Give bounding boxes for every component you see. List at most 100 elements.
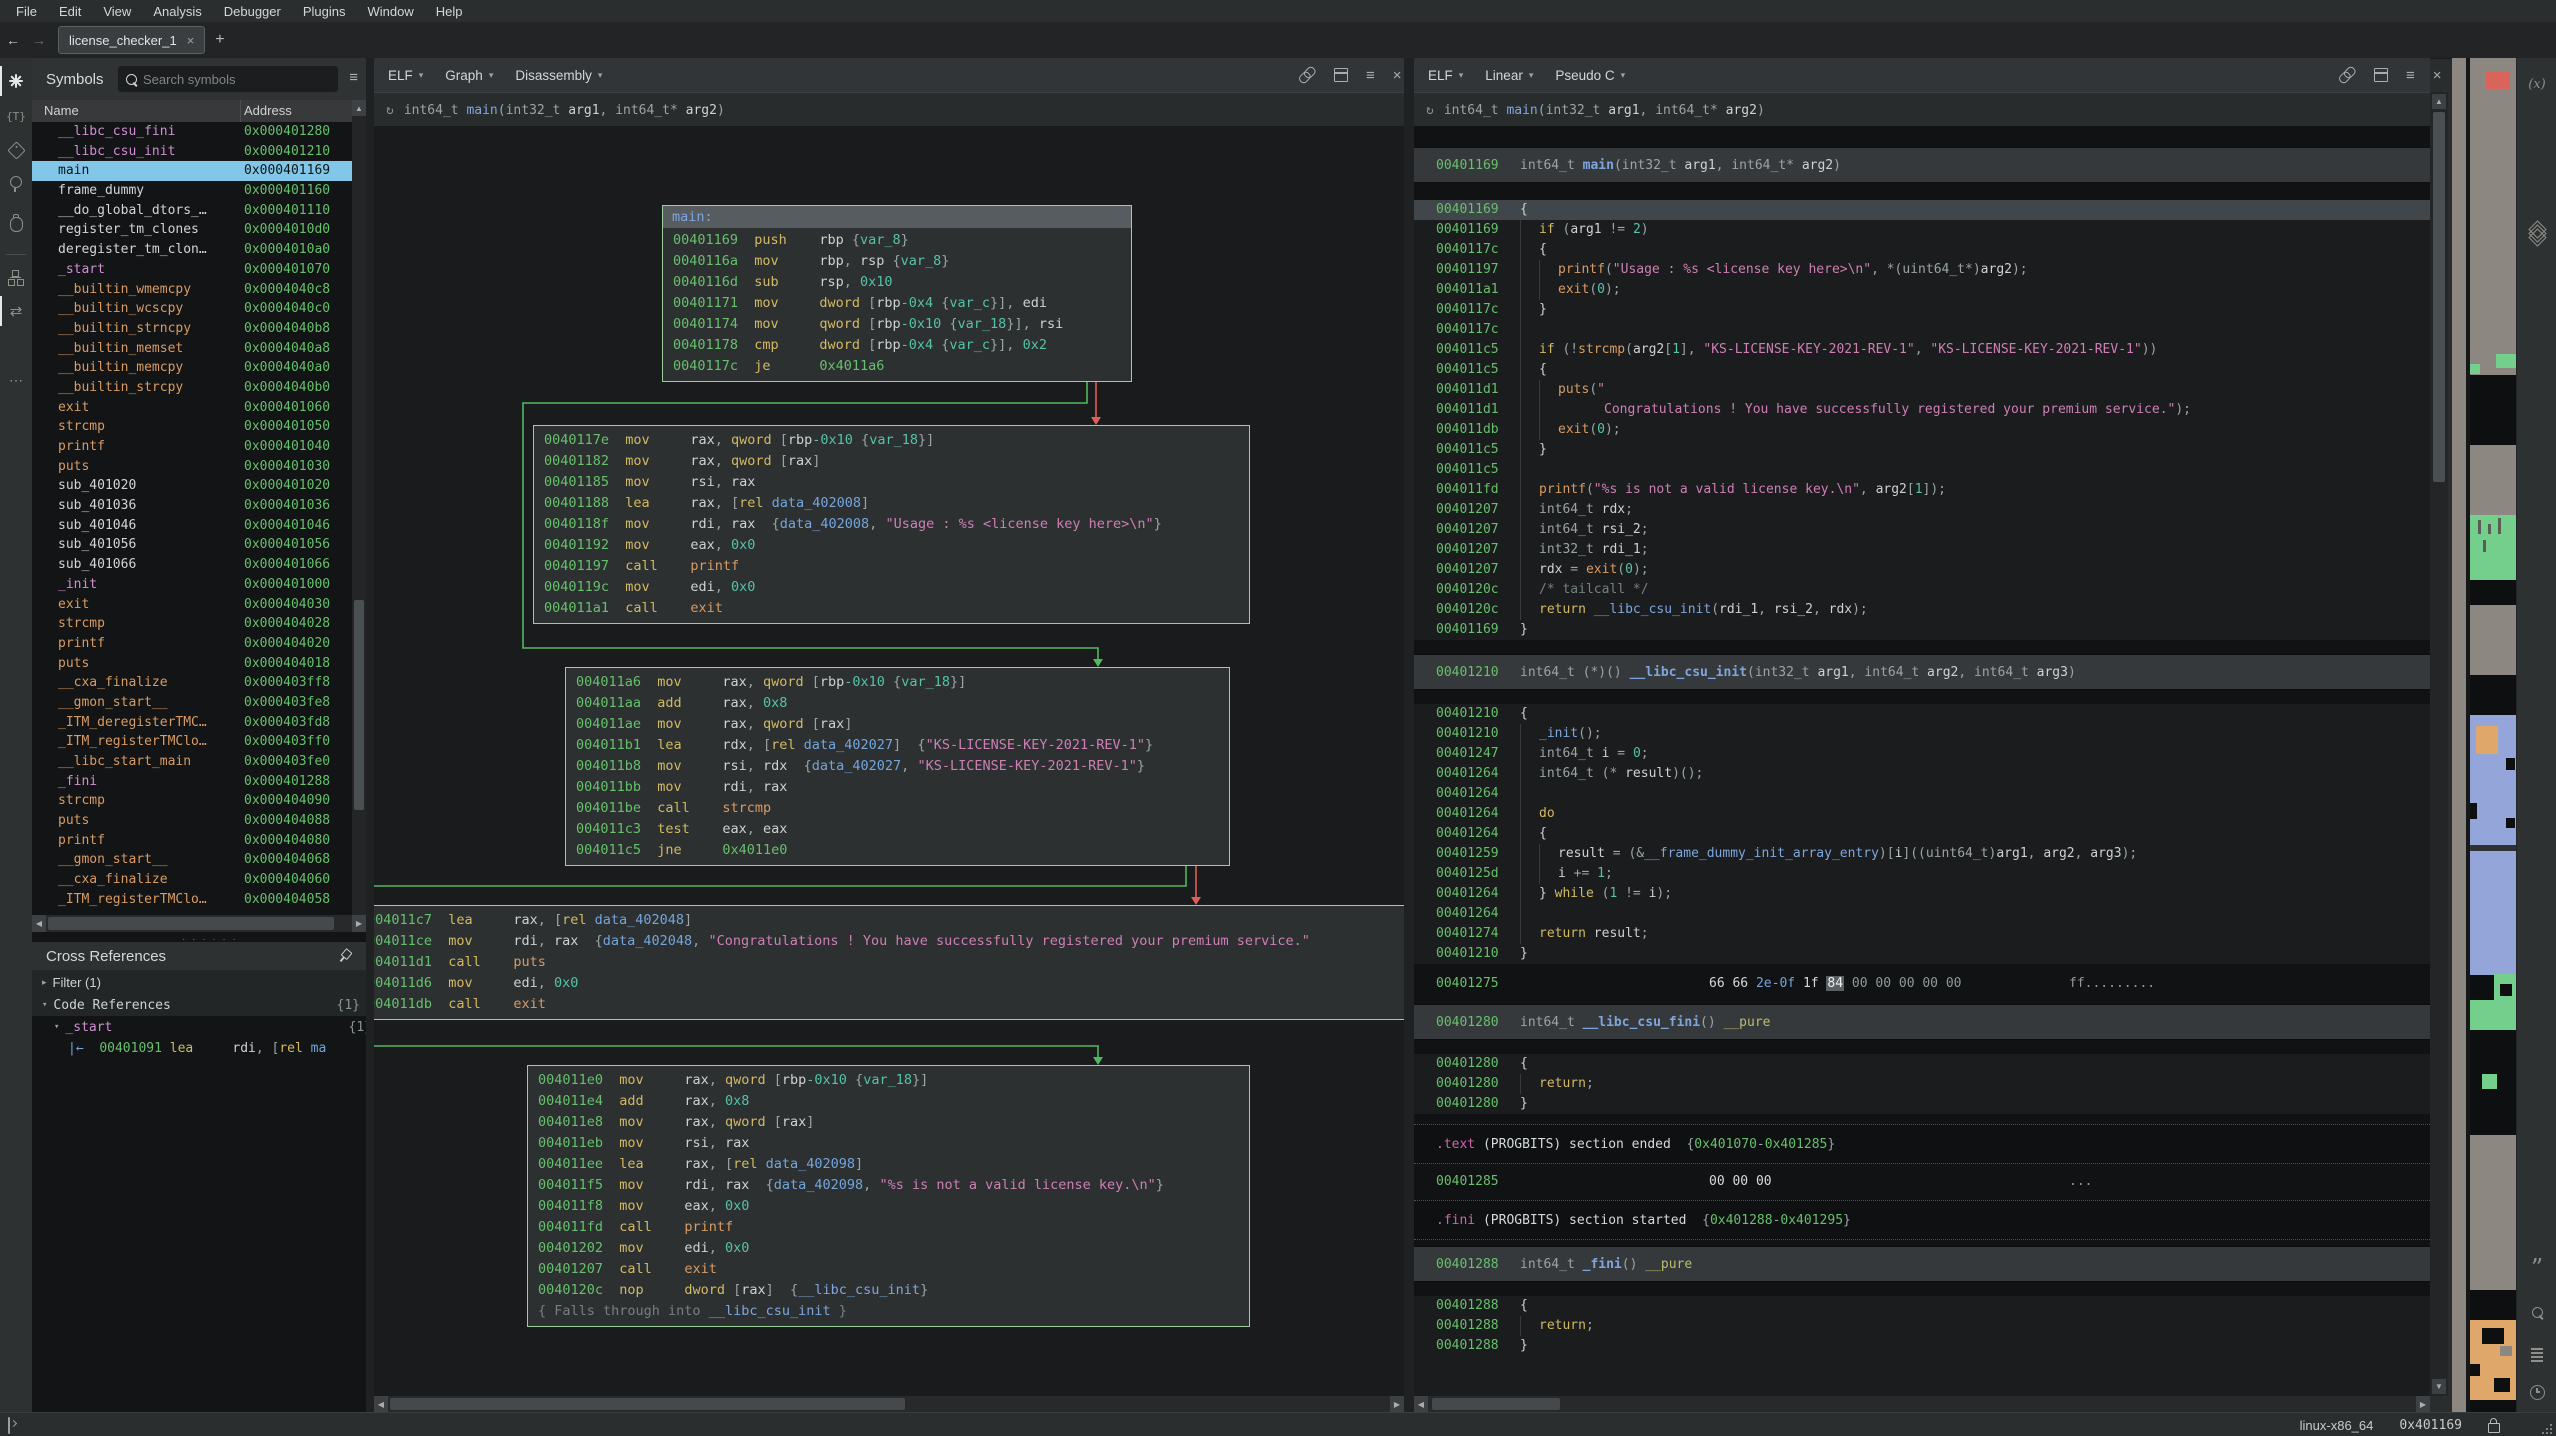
disasm-line[interactable]: 004011eb mov rsi, rax: [538, 1133, 1239, 1154]
symbol-row--cxa-finalize[interactable]: __cxa_finalize0x000404060: [32, 870, 352, 890]
symbols-hscrollbar[interactable]: ◀ ▶: [32, 915, 366, 932]
function-header-bar[interactable]: 00401169int64_t main(int32_t arg1, int64…: [1414, 147, 2430, 183]
pseudo-c-line[interactable]: 004011c5: [1414, 460, 2430, 480]
pseudo-c-line[interactable]: 0040117c: [1414, 320, 2430, 340]
symbol-row--gmon-start-[interactable]: __gmon_start__0x000404068: [32, 850, 352, 870]
disasm-line[interactable]: 0040116a mov rbp, rsp {var_8}: [673, 251, 1121, 272]
pseudo-c-line[interactable]: 00401197printf("Usage : %s <license key …: [1414, 260, 2430, 280]
new-tab-button[interactable]: +: [215, 31, 224, 49]
symbol-row-sub-401036[interactable]: sub_4010360x000401036: [32, 496, 352, 516]
view-mode-elf[interactable]: ELF▾: [1428, 68, 1463, 83]
link-icon[interactable]: [1297, 64, 1320, 87]
disasm-line[interactable]: 00401174 mov qword [rbp-0x10 {var_18}], …: [673, 314, 1121, 335]
sync-icon[interactable]: ↻: [1426, 103, 1434, 118]
menu-item-file[interactable]: File: [6, 4, 47, 19]
symbol-row--fini[interactable]: _fini0x000401288: [32, 772, 352, 792]
pseudo-c-line[interactable]: 00401274return result;: [1414, 924, 2430, 944]
scroll-up-icon[interactable]: ▲: [352, 100, 366, 116]
tag-icon[interactable]: [0, 136, 32, 164]
disasm-line[interactable]: 0040119c mov edi, 0x0: [544, 577, 1239, 598]
function-header-bar[interactable]: 00401210int64_t (*)() __libc_csu_init(in…: [1414, 654, 2430, 690]
pseudo-c-line[interactable]: 00401247int64_t i = 0;: [1414, 744, 2430, 764]
column-divider[interactable]: [240, 100, 241, 122]
symbol-row--libc-start-main[interactable]: __libc_start_main0x000403fe0: [32, 752, 352, 772]
swap-icon[interactable]: ⇄: [0, 297, 32, 325]
link-icon[interactable]: [2337, 64, 2360, 87]
symbols-menu-icon[interactable]: ≡: [349, 70, 358, 86]
symbol-row--builtin-strncpy[interactable]: __builtin_strncpy0x0004040b8: [32, 319, 352, 339]
pseudo-c-line[interactable]: 00401207int32_t rdi_1;: [1414, 540, 2430, 560]
symbol-row--builtin-wcscpy[interactable]: __builtin_wcscpy0x0004040c0: [32, 299, 352, 319]
symbol-row--itm-registertmclo-[interactable]: _ITM_registerTMClo…0x000404058: [32, 890, 352, 910]
view-mode-disassembly[interactable]: Disassembly▾: [515, 68, 602, 83]
column-address[interactable]: Address: [244, 103, 292, 118]
disasm-line[interactable]: 0040117e mov rax, qword [rbp-0x10 {var_1…: [544, 430, 1239, 451]
disasm-line[interactable]: 004011e0 mov rax, qword [rbp-0x10 {var_1…: [538, 1070, 1239, 1091]
pseudo-c-line[interactable]: 00401264: [1414, 904, 2430, 924]
disasm-line[interactable]: 004011b8 mov rsi, rdx {data_402027, "KS-…: [576, 756, 1219, 777]
close-icon[interactable]: ×: [1393, 67, 1402, 84]
symbol-row--libc-csu-fini[interactable]: __libc_csu_fini0x000401280: [32, 122, 352, 142]
graph-block-1[interactable]: 0040117e mov rax, qword [rbp-0x10 {var_1…: [533, 425, 1250, 624]
symbol-row-frame-dummy[interactable]: frame_dummy0x000401160: [32, 181, 352, 201]
disasm-line[interactable]: 004011fd call printf: [538, 1217, 1239, 1238]
types-icon[interactable]: {T}: [0, 102, 32, 130]
pseudo-c-line[interactable]: 004011c5}: [1414, 440, 2430, 460]
symbol-row-main[interactable]: main0x000401169: [32, 161, 352, 181]
disasm-line[interactable]: 0040116d sub rsp, 0x10: [673, 272, 1121, 293]
pseudo-c-view[interactable]: 00401169int64_t main(int32_t arg1, int64…: [1414, 126, 2430, 1396]
disasm-line[interactable]: 00401188 lea rax, [rel data_402008]: [544, 493, 1239, 514]
disasm-line[interactable]: 0040118f mov rdi, rax {data_402008, "Usa…: [544, 514, 1239, 535]
symbol-row-printf[interactable]: printf0x000404080: [32, 831, 352, 851]
symbol-row-sub-401046[interactable]: sub_4010460x000401046: [32, 516, 352, 536]
scroll-right-icon[interactable]: ▶: [2416, 1396, 2430, 1412]
pin-icon[interactable]: [335, 946, 355, 966]
more-icon[interactable]: ⋯: [0, 366, 32, 394]
symbols-column-header[interactable]: Name Address: [32, 100, 352, 123]
feature-map-strip[interactable]: [2452, 58, 2466, 1412]
disasm-line[interactable]: 00401202 mov edi, 0x0: [538, 1238, 1239, 1259]
pseudo-c-line[interactable]: 00401207int64_t rdx;: [1414, 500, 2430, 520]
symbol-row--start[interactable]: _start0x000401070: [32, 260, 352, 280]
disasm-line[interactable]: 004011a1 call exit: [544, 598, 1239, 619]
disasm-line[interactable]: 00401207 call exit: [538, 1259, 1239, 1280]
history-clock-icon[interactable]: [2517, 1378, 2556, 1406]
view-mode-elf[interactable]: ELF▾: [388, 68, 423, 83]
pseudo-c-line[interactable]: 004011a1exit(0);: [1414, 280, 2430, 300]
disasm-line[interactable]: { Falls through into __libc_csu_init }: [538, 1301, 1239, 1322]
symbol-row--do-global-dtors-[interactable]: __do_global_dtors_…0x000401110: [32, 201, 352, 221]
pseudo-c-line[interactable]: 00401264: [1414, 784, 2430, 804]
pseudo-c-line[interactable]: 004011d1Congratulations ! You have succe…: [1414, 400, 2430, 420]
pseudo-c-line[interactable]: 004011dbexit(0);: [1414, 420, 2430, 440]
symbol-row--itm-deregistertmc-[interactable]: _ITM_deregisterTMC…0x000403fd8: [32, 713, 352, 733]
graph-hscrollbar[interactable]: ◀ ▶: [374, 1396, 1404, 1412]
pseudo-c-line[interactable]: 00401210}: [1414, 944, 2430, 964]
binaryninja-logo-icon[interactable]: [0, 67, 32, 95]
disasm-line[interactable]: 00401197 call printf: [544, 556, 1239, 577]
disasm-line[interactable]: 00401171 mov dword [rbp-0x4 {var_c}], ed…: [673, 293, 1121, 314]
symbol-row-strcmp[interactable]: strcmp0x000401050: [32, 417, 352, 437]
column-name[interactable]: Name: [44, 103, 79, 118]
resize-grip-icon[interactable]: [2540, 1422, 2552, 1434]
pane-menu-icon[interactable]: ≡: [1366, 67, 1375, 84]
function-variables-icon[interactable]: (x): [2517, 70, 2556, 98]
disasm-line[interactable]: 004011ae mov rax, qword [rax]: [576, 714, 1219, 735]
symbol-row-exit[interactable]: exit0x000401060: [32, 398, 352, 418]
pseudo-c-line[interactable]: 00401259result = (&__frame_dummy_init_ar…: [1414, 844, 2430, 864]
quotes-icon[interactable]: ”: [2517, 1254, 2556, 1282]
sync-icon[interactable]: ↻: [386, 103, 394, 118]
linear-vscrollbar[interactable]: ▲ ▼: [2430, 92, 2448, 1396]
symbol-row-strcmp[interactable]: strcmp0x000404090: [32, 791, 352, 811]
hex-bytes-line[interactable]: 0040128500 00 00...: [1414, 1170, 2430, 1194]
scroll-left-icon[interactable]: ◀: [374, 1396, 388, 1412]
menu-item-edit[interactable]: Edit: [49, 4, 91, 19]
pseudo-c-line[interactable]: 00401264int64_t (* result)();: [1414, 764, 2430, 784]
scroll-left-icon[interactable]: ◀: [1414, 1396, 1428, 1412]
scroll-thumb[interactable]: [2433, 112, 2445, 482]
xrefs-filter-row[interactable]: ▸ Filter (1): [32, 970, 376, 994]
xrefs-code-references-row[interactable]: ▾ Code References {1}: [32, 994, 376, 1016]
scroll-left-icon[interactable]: ◀: [32, 915, 46, 932]
tab-license-checker-1[interactable]: license_checker_1 ×: [58, 26, 205, 54]
tab-close-icon[interactable]: ×: [187, 33, 195, 48]
symbol-row-exit[interactable]: exit0x000404030: [32, 595, 352, 615]
